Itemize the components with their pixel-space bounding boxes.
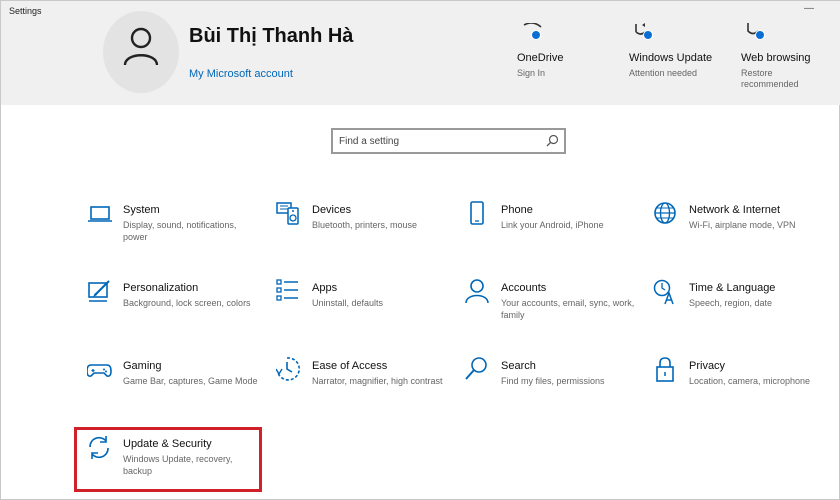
web-browsing-title: Web browsing [741,52,811,64]
category-phone[interactable]: Phone Link your Android, iPhone [465,201,645,263]
avatar[interactable] [103,11,179,93]
apps-list-icon [276,279,304,305]
status-dot [531,30,541,40]
category-title: Phone [501,204,533,216]
category-desc: Game Bar, captures, Game Mode [123,376,258,386]
category-gaming[interactable]: Gaming Game Bar, captures, Game Mode [86,357,267,419]
time-language-icon [653,279,681,305]
category-devices[interactable]: Devices Bluetooth, printers, mouse [276,201,456,263]
settings-window: Settings — Bùi Thị Thanh Hà My Microsoft… [0,0,840,500]
category-ease-of-access[interactable]: Ease of Access Narrator, magnifier, high… [275,357,456,419]
category-desc: Find my files, permissions [501,376,605,386]
person-icon [465,279,493,305]
category-title: Search [501,360,536,372]
status-dot [755,30,765,40]
category-desc: Bluetooth, printers, mouse [312,220,418,230]
category-title: Network & Internet [689,204,781,216]
windows-update-status[interactable]: Windows Update Attention needed [629,23,729,103]
find-setting-search[interactable] [331,128,566,154]
category-desc: Background, lock screen, colors [123,298,251,308]
onedrive-subtitle: Sign In [517,68,546,78]
devices-icon [276,201,304,227]
category-title: Apps [312,282,338,294]
minimize-button[interactable]: — [801,3,817,19]
category-system[interactable]: System Display, sound, notifications, po… [87,201,267,263]
web-browsing-status[interactable]: Web browsing Restore recommended [741,23,840,103]
magnifier-icon[interactable] [546,134,559,147]
globe-icon [653,201,681,227]
category-desc: Uninstall, defaults [312,298,384,308]
category-desc: Display, sound, notifications, power [123,220,237,242]
ease-of-access-icon [275,357,304,383]
category-title: System [123,204,160,216]
gamepad-icon [86,357,115,383]
category-personalization[interactable]: Personalization Background, lock screen,… [87,279,267,341]
status-dot [643,30,653,40]
category-title: Accounts [501,282,547,294]
onedrive-status[interactable]: OneDrive Sign In [517,22,617,103]
personalization-icon [87,279,115,305]
category-desc: Your accounts, email, sync, work, family [501,298,635,320]
onedrive-title: OneDrive [517,52,564,64]
web-browsing-subtitle: Restore recommended [741,68,799,89]
category-title: Personalization [123,282,199,294]
category-title: Gaming [123,360,162,372]
category-desc: Link your Android, iPhone [501,220,604,230]
user-name: Bùi Thị Thanh Hà [189,25,354,47]
category-privacy[interactable]: Privacy Location, camera, microphone [653,357,833,419]
category-title: Time & Language [689,282,776,294]
category-title: Ease of Access [312,360,388,372]
category-network-internet[interactable]: Network & Internet Wi-Fi, airplane mode,… [653,201,833,263]
category-desc: Location, camera, microphone [689,376,811,386]
search-icon [465,357,493,383]
user-avatar-icon [123,27,159,66]
lock-icon [653,357,681,383]
category-title: Privacy [689,360,726,372]
category-desc: Wi-Fi, airplane mode, VPN [689,220,796,230]
category-desc: Speech, region, date [689,298,773,308]
category-time-language[interactable]: Time & Language Speech, region, date [653,279,833,341]
window-title: Settings [9,6,42,16]
profile-header: Bùi Thị Thanh Hà My Microsoft account On… [1,11,840,105]
category-apps[interactable]: Apps Uninstall, defaults [276,279,456,341]
category-accounts[interactable]: Accounts Your accounts, email, sync, wor… [465,279,645,341]
phone-icon [465,201,493,227]
windows-update-subtitle: Attention needed [629,68,698,78]
category-title: Devices [312,204,352,216]
laptop-icon [87,201,115,227]
windows-update-title: Windows Update [629,52,713,64]
my-microsoft-account-link[interactable]: My Microsoft account [189,68,293,80]
highlight-frame [74,427,262,492]
category-desc: Narrator, magnifier, high contrast [312,376,443,386]
category-search[interactable]: Search Find my files, permissions [465,357,645,419]
search-input[interactable] [339,133,539,149]
